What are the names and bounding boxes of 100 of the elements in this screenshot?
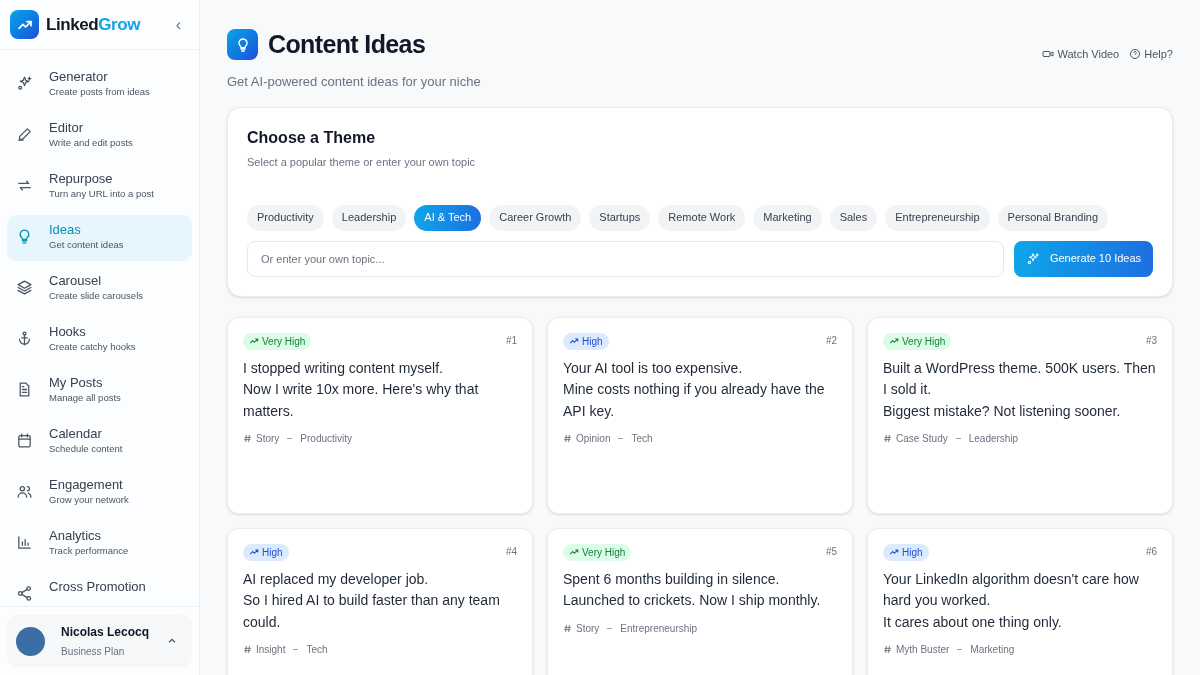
trend-icon (249, 336, 259, 346)
user-card[interactable]: Nicolas Lecocq Business Plan (7, 615, 192, 667)
item-title: Engagement (49, 477, 124, 493)
sidebar-item[interactable]: Analytics Track performance (7, 521, 192, 567)
post-type: Myth Buster (896, 643, 950, 657)
item-title: Generator (49, 69, 109, 85)
sidebar-item[interactable]: Engagement Grow your network (7, 470, 192, 516)
topic-input[interactable]: Or enter your own topic... (247, 240, 1004, 277)
lightbulb-icon (227, 29, 258, 61)
sidebar-item[interactable]: Cross Promotion (7, 572, 192, 606)
potential-badge: High (563, 332, 609, 350)
chevron-up-icon (167, 636, 177, 646)
item-subtitle: Create posts from ideas (49, 85, 150, 99)
post-type: Case Study (896, 432, 948, 446)
sidebar-item[interactable]: Editor Write and edit posts (7, 113, 192, 159)
trend-icon (569, 336, 579, 346)
idea-text: Biggest mistake? Not listening sooner. (883, 401, 1122, 421)
trend-icon (889, 547, 899, 557)
item-title: Repurpose (49, 171, 114, 187)
sidebar-item[interactable]: Hooks Create catchy hooks (7, 317, 192, 363)
idea-number: #5 (825, 544, 837, 559)
calendar-icon (16, 432, 33, 449)
item-subtitle: Schedule content (49, 442, 123, 456)
idea-text: Your LinkedIn algorithm doesn't care how hard you worked. (883, 569, 1140, 610)
theme-chip[interactable]: Leadership (331, 204, 407, 231)
item-title: Cross Promotion (49, 579, 146, 595)
post-type: Story (256, 432, 280, 446)
page-title: Content Ideas (268, 29, 426, 60)
theme-chip[interactable]: Remote Work (658, 204, 746, 231)
trend-icon (569, 547, 579, 557)
sparkles-icon (16, 75, 33, 92)
idea-card[interactable]: Very High #3 Built a WordPress theme. 500K users. Then I sold it. Biggest mistake? Not listening sooner. Case Study Leadership (867, 316, 1173, 514)
sidebar-item[interactable]: Ideas Get content ideas (7, 215, 192, 261)
item-subtitle: Create catchy hooks (49, 340, 136, 354)
anchor-icon (16, 330, 33, 347)
sidebar-item[interactable]: Generator Create posts from ideas (7, 62, 192, 108)
panel-title: Choose a Theme (247, 128, 377, 148)
trend-icon (889, 336, 899, 346)
layers-icon (16, 279, 33, 296)
post-type: Story (576, 621, 600, 636)
watch-video-link[interactable]: Watch Video (1042, 46, 1120, 63)
collapse-button[interactable]: ‹ (175, 12, 181, 37)
theme-chip[interactable]: Sales (829, 204, 878, 231)
brand-name: LinkedGrow (46, 13, 140, 36)
post-category: Productivity (300, 432, 353, 446)
sidebar-item[interactable]: My Posts Manage all posts (7, 368, 192, 414)
pen-icon (16, 126, 33, 143)
idea-card[interactable]: High #6 Your LinkedIn algorithm doesn't care how hard you worked. It cares about one thing only. Myth Buster Marketing (867, 527, 1173, 675)
idea-number: #6 (1145, 544, 1157, 559)
potential-badge: Very High (563, 543, 632, 561)
idea-text: Mine costs nothing if you already have the API key. (563, 380, 826, 421)
idea-card[interactable]: High #2 Your AI tool is too expensive. Mine costs nothing if you already have the API key. Opinion Tech (547, 316, 853, 514)
trend-icon (249, 547, 259, 557)
hashtag-icon (243, 645, 252, 654)
user-plan: Business Plan (61, 645, 126, 659)
hashtag-icon (883, 645, 892, 654)
help-icon (1129, 48, 1142, 61)
idea-text: It cares about one thing only. (883, 612, 1063, 632)
sidebar-item[interactable]: Repurpose Turn any URL into a post (7, 164, 192, 210)
post-category: Tech (306, 643, 328, 657)
idea-text: Built a WordPress theme. 500K users. Then I sold it. (883, 358, 1157, 399)
generate-button[interactable]: Generate 10 Ideas (1014, 240, 1153, 277)
idea-card[interactable]: Very High #5 Spent 6 months building in silence. Launched to crickets. Now I ship monthly. Story Entrepreneurship (547, 527, 853, 675)
item-title: Analytics (49, 528, 103, 544)
idea-number: #4 (505, 544, 517, 559)
potential-badge: High (243, 543, 289, 561)
theme-chip[interactable]: Productivity (247, 204, 324, 231)
theme-chip[interactable]: Marketing (753, 204, 822, 231)
page-subtitle: Get AI-powered content ideas for your niche (227, 72, 481, 91)
idea-text: Launched to crickets. Now I ship monthly. (563, 591, 822, 610)
theme-chip[interactable]: Startups (589, 204, 651, 231)
theme-chip[interactable]: Entrepreneurship (885, 204, 990, 231)
post-category: Leadership (968, 432, 1019, 446)
item-subtitle: Write and edit posts (49, 136, 133, 150)
sidebar-item[interactable]: Carousel Create slide carousels (7, 266, 192, 312)
post-type: Insight (256, 643, 286, 657)
item-subtitle: Get content ideas (49, 238, 124, 252)
bar-chart-icon (16, 534, 33, 551)
item-subtitle: Create slide carousels (49, 289, 143, 303)
post-category: Entrepreneurship (620, 621, 698, 636)
idea-number: #3 (1145, 333, 1157, 348)
item-title: Hooks (49, 324, 87, 340)
item-title: Carousel (49, 273, 103, 289)
hashtag-icon (243, 434, 252, 443)
idea-text: Your AI tool is too expensive. (563, 358, 744, 378)
item-subtitle: Turn any URL into a post (49, 187, 154, 201)
idea-text: So I hired AI to build faster than any team could. (243, 591, 501, 632)
item-title: Calendar (49, 426, 103, 442)
hashtag-icon (563, 434, 572, 443)
item-subtitle: Track performance (49, 544, 129, 558)
theme-chip[interactable]: Career Growth (489, 204, 582, 231)
item-subtitle: Grow your network (49, 493, 129, 507)
idea-card[interactable]: Very High #1 I stopped writing content myself. Now I write 10x more. Here's why that matters. Story Productivity (227, 316, 533, 514)
theme-chip[interactable]: Personal Branding (997, 204, 1109, 231)
help-link[interactable]: Help? (1129, 46, 1173, 63)
item-subtitle: Manage all posts (49, 391, 121, 405)
idea-card[interactable]: High #4 AI replaced my developer job. So I hired AI to build faster than any team could. Insight Tech (227, 527, 533, 675)
idea-text: Now I write 10x more. Here's why that matters. (243, 380, 480, 421)
sidebar-item[interactable]: Calendar Schedule content (7, 419, 192, 465)
idea-number: #2 (825, 333, 837, 348)
